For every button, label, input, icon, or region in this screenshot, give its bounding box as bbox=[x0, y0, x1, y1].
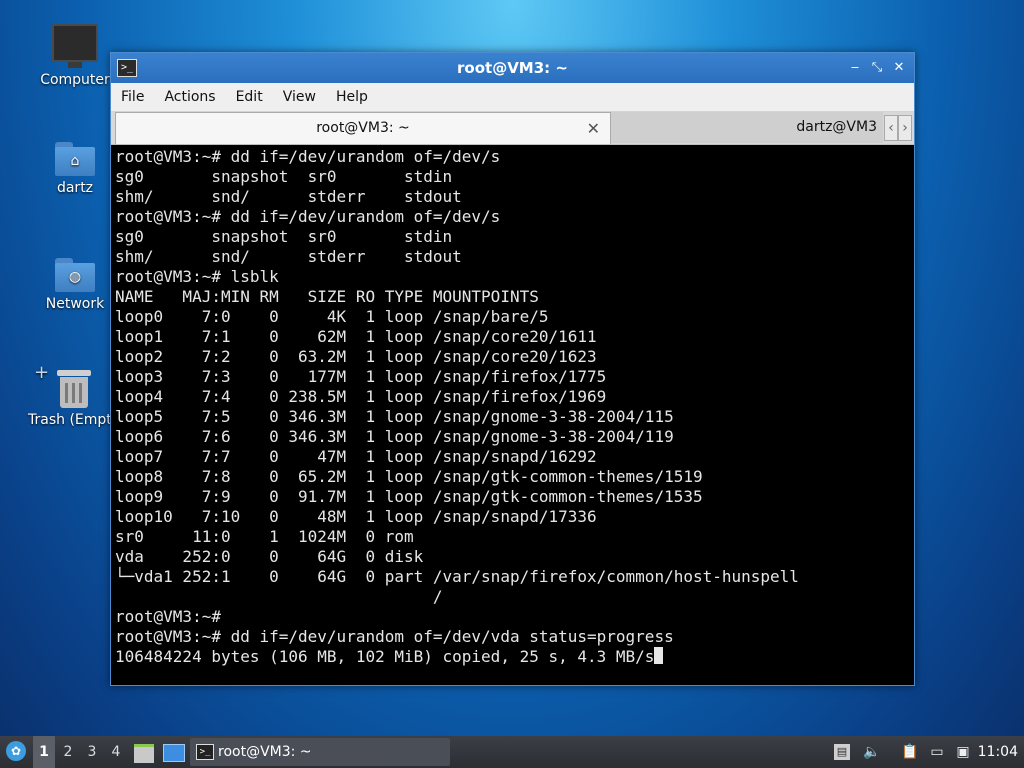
menubar: File Actions Edit View Help bbox=[111, 83, 914, 112]
maximize-icon[interactable]: ⤡ bbox=[868, 59, 886, 77]
home-folder-icon: ⌂ bbox=[55, 142, 95, 176]
terminal-line: root@VM3:~# dd if=/dev/urandom of=/dev/v… bbox=[115, 627, 674, 646]
workspace-4[interactable]: 4 bbox=[105, 736, 127, 768]
taskbar-item-label: root@VM3: ~ bbox=[218, 744, 312, 760]
window-title: root@VM3: ~ bbox=[457, 59, 568, 77]
terminal-line: loop9 7:9 0 91.7M 1 loop /snap/gtk-commo… bbox=[115, 487, 703, 506]
clipboard-icon[interactable]: 📋 bbox=[900, 742, 920, 762]
terminal-line: loop4 7:4 0 238.5M 1 loop /snap/firefox/… bbox=[115, 387, 607, 406]
menu-actions[interactable]: Actions bbox=[154, 83, 225, 111]
taskbar: ✿ 1 2 3 4 >_ root@VM3: ~ ▤ 🔈 📋 ▭ ▣ 11:04 bbox=[0, 736, 1024, 768]
minimize-icon[interactable]: ‒ bbox=[846, 59, 864, 77]
terminal-line: loop10 7:10 0 48M 1 loop /snap/snapd/173… bbox=[115, 507, 597, 526]
menu-edit[interactable]: Edit bbox=[226, 83, 273, 111]
keyboard-layout-icon[interactable]: ▤ bbox=[834, 744, 850, 760]
network-folder-icon: ◍ bbox=[55, 258, 95, 292]
tab-scroll-right-icon[interactable]: › bbox=[898, 115, 912, 141]
menu-view[interactable]: View bbox=[273, 83, 326, 111]
terminal-line: └─vda1 252:1 0 64G 0 part /var/snap/fire… bbox=[115, 567, 799, 586]
terminal-line: loop7 7:7 0 47M 1 loop /snap/snapd/16292 bbox=[115, 447, 597, 466]
tab-label: root@VM3: ~ bbox=[316, 120, 410, 136]
terminal-line: loop1 7:1 0 62M 1 loop /snap/core20/1611 bbox=[115, 327, 597, 346]
terminal-line: loop0 7:0 0 4K 1 loop /snap/bare/5 bbox=[115, 307, 549, 326]
clock[interactable]: 11:04 bbox=[978, 736, 1018, 768]
computer-icon bbox=[52, 24, 98, 68]
terminal-line: sg0 snapshot sr0 stdin bbox=[115, 227, 453, 246]
terminal-line: root@VM3:~# dd if=/dev/urandom of=/dev/s bbox=[115, 207, 501, 226]
start-menu-icon[interactable]: ✿ bbox=[6, 741, 26, 761]
network-status-icon[interactable]: ▣ bbox=[953, 742, 973, 762]
tab-dartz[interactable]: dartz@VM3 bbox=[611, 112, 883, 143]
terminal-line: loop5 7:5 0 346.3M 1 loop /snap/gnome-3-… bbox=[115, 407, 674, 426]
terminal-window: >_ root@VM3: ~ ‒ ⤡ ✕ File Actions Edit View… bbox=[110, 52, 915, 686]
tab-scroll-arrows: ‹ › bbox=[884, 115, 912, 141]
tab-label: dartz@VM3 bbox=[796, 119, 877, 135]
show-desktop-icon[interactable] bbox=[163, 744, 185, 762]
terminal-output[interactable]: root@VM3:~# dd if=/dev/urandom of=/dev/s… bbox=[115, 147, 910, 681]
terminal-line: loop6 7:6 0 346.3M 1 loop /snap/gnome-3-… bbox=[115, 427, 674, 446]
display-icon[interactable]: ▭ bbox=[927, 742, 947, 762]
plus-icon: + bbox=[34, 362, 50, 383]
menu-file[interactable]: File bbox=[111, 83, 154, 111]
terminal-line: / bbox=[115, 587, 443, 606]
tab-scroll-left-icon[interactable]: ‹ bbox=[884, 115, 898, 141]
workspace-3[interactable]: 3 bbox=[81, 736, 103, 768]
trash-icon bbox=[57, 370, 91, 408]
workspace-1[interactable]: 1 bbox=[33, 736, 55, 768]
terminal-line: root@VM3:~# dd if=/dev/urandom of=/dev/s bbox=[115, 147, 501, 166]
terminal-cursor bbox=[654, 647, 664, 664]
file-manager-icon[interactable] bbox=[134, 744, 154, 763]
taskbar-item-terminal[interactable]: >_ root@VM3: ~ bbox=[190, 738, 450, 766]
terminal-line: shm/ snd/ stderr stdout bbox=[115, 187, 462, 206]
terminal-line: shm/ snd/ stderr stdout bbox=[115, 247, 462, 266]
terminal-line: vda 252:0 0 64G 0 disk bbox=[115, 547, 424, 566]
terminal-line: NAME MAJ:MIN RM SIZE RO TYPE MOUNTPOINTS bbox=[115, 287, 539, 306]
menu-help[interactable]: Help bbox=[326, 83, 378, 111]
terminal-line: loop3 7:3 0 177M 1 loop /snap/firefox/17… bbox=[115, 367, 607, 386]
terminal-line: loop8 7:8 0 65.2M 1 loop /snap/gtk-commo… bbox=[115, 467, 703, 486]
close-icon[interactable]: ✕ bbox=[890, 59, 908, 77]
terminal-line: root@VM3:~# bbox=[115, 607, 221, 626]
tab-close-icon[interactable]: ✕ bbox=[587, 113, 600, 144]
tab-root[interactable]: root@VM3: ~ ✕ bbox=[115, 112, 611, 144]
tab-bar: root@VM3: ~ ✕ dartz@VM3 ‹ › bbox=[111, 112, 914, 145]
volume-icon[interactable]: 🔈 bbox=[862, 742, 882, 762]
terminal-icon: >_ bbox=[196, 744, 214, 760]
terminal-line: sr0 11:0 1 1024M 0 rom bbox=[115, 527, 414, 546]
terminal-line: root@VM3:~# lsblk bbox=[115, 267, 279, 286]
terminal-line: sg0 snapshot sr0 stdin bbox=[115, 167, 453, 186]
window-titlebar[interactable]: >_ root@VM3: ~ ‒ ⤡ ✕ bbox=[111, 53, 914, 83]
terminal-line: loop2 7:2 0 63.2M 1 loop /snap/core20/16… bbox=[115, 347, 597, 366]
terminal-line: 106484224 bytes (106 MB, 102 MiB) copied… bbox=[115, 647, 910, 667]
workspace-2[interactable]: 2 bbox=[57, 736, 79, 768]
